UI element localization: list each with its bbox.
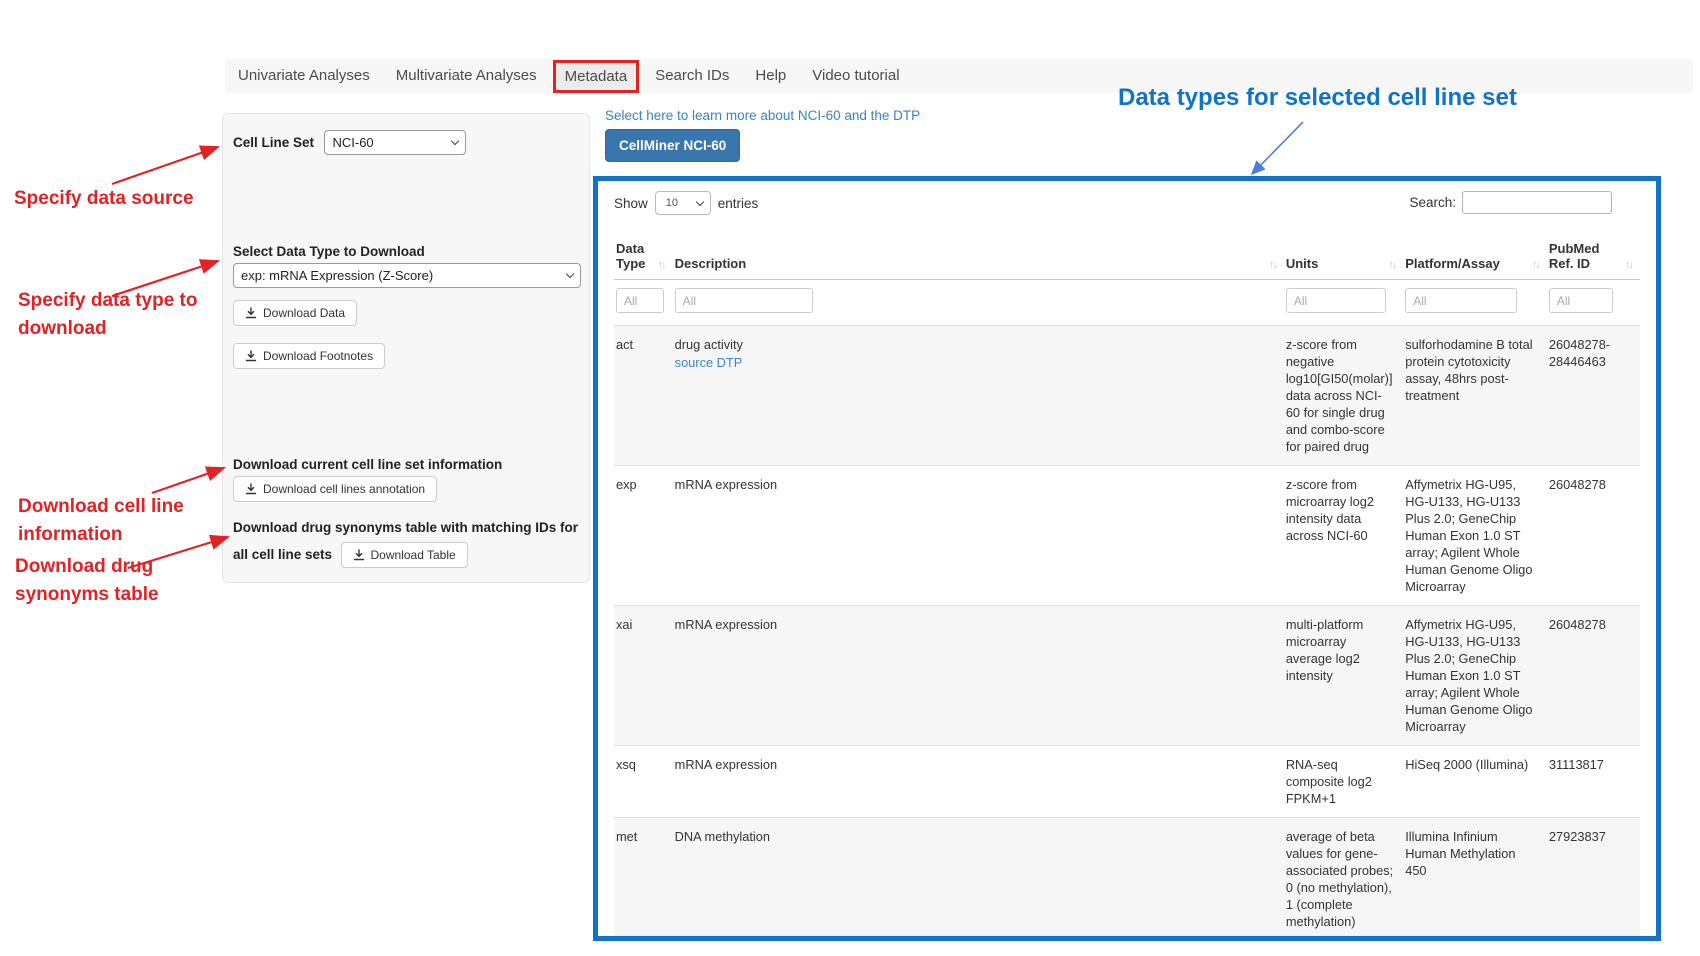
annotation-specify-data-type: Specify data type to download (18, 287, 230, 343)
cell-pubmed: 26048278-28446463 (1547, 326, 1640, 466)
show-label: Show (614, 196, 648, 211)
cell-platform: HiSeq 2000 (Illumina) (1403, 746, 1547, 818)
download-table-label: Download Table (371, 548, 456, 562)
nav-metadata[interactable]: Metadata (553, 60, 640, 93)
arrow-data-source (112, 147, 218, 184)
learn-more-link[interactable]: Select here to learn more about NCI-60 a… (605, 108, 920, 123)
filter-row (614, 280, 1640, 326)
search-label: Search: (1409, 195, 1456, 210)
nav-help[interactable]: Help (742, 59, 799, 93)
cell-pubmed: 31113817 (1547, 746, 1640, 818)
data-type-label: Select Data Type to Download (233, 244, 425, 259)
cell-pubmed: 26048278 (1547, 466, 1640, 606)
sort-icon[interactable]: ↑↓ (1269, 259, 1276, 271)
sort-icon[interactable]: ↑↓ (658, 259, 665, 271)
col-description: Description (675, 256, 747, 271)
cell-description: mRNA expression (673, 466, 1284, 606)
annotation-specify-data-source: Specify data source (14, 185, 234, 213)
cell-platform: Affymetrix HG-U95, HG-U133, HG-U133 Plus… (1403, 466, 1547, 606)
filter-description[interactable] (675, 288, 813, 313)
description-text: drug activity (675, 336, 1275, 353)
cell-description: mRNA expression (673, 606, 1284, 746)
cell-data-type: met (614, 818, 673, 941)
download-table-button[interactable]: Download Table (341, 542, 468, 568)
source-dtp-link[interactable]: source DTP (675, 354, 743, 371)
download-data-button[interactable]: Download Data (233, 300, 357, 326)
cell-data-type: xsq (614, 746, 673, 818)
table-controls: Show 10 entries Search: (614, 191, 1640, 223)
download-annotation-label: Download cell lines annotation (263, 482, 425, 496)
cell-platform: sulforhodamine B total protein cytotoxic… (1403, 326, 1547, 466)
sort-icon[interactable]: ↑↓ (1532, 259, 1539, 271)
nav-search-ids[interactable]: Search IDs (642, 59, 742, 93)
page-size-select[interactable]: 10 (655, 191, 711, 215)
table-row: act drug activity source DTP z-score fro… (614, 326, 1640, 466)
filter-data-type[interactable] (616, 288, 664, 313)
cell-platform: Illumina Infinium Human Methylation 450 (1403, 818, 1547, 941)
cell-description: DNA methylation (673, 818, 1284, 941)
search-input[interactable] (1462, 191, 1612, 214)
download-icon (245, 483, 257, 495)
filter-platform[interactable] (1405, 288, 1517, 313)
arrow-data-types (1252, 122, 1303, 174)
table-row: exp mRNA expression z-score from microar… (614, 466, 1640, 606)
col-data-type: Data Type (616, 241, 654, 271)
cell-units: z-score from microarray log2 intensity d… (1284, 466, 1403, 606)
data-types-table: Data Type ↑↓ Description ↑↓ Units ↑↓ Platfo… (614, 235, 1640, 940)
cell-description: mRNA expression (673, 746, 1284, 818)
cell-line-set-select[interactable]: NCI-60 (324, 130, 466, 155)
cell-pubmed: 27923837 (1547, 818, 1640, 941)
cell-pubmed: 26048278 (1547, 606, 1640, 746)
download-icon (245, 307, 257, 319)
filter-units[interactable] (1286, 288, 1386, 313)
cell-units: z-score from negative log10[GI50(molar)]… (1284, 326, 1403, 466)
table-row: xai mRNA expression multi-platform micro… (614, 606, 1640, 746)
download-data-label: Download Data (263, 306, 345, 320)
cell-line-set-label: Cell Line Set (233, 135, 314, 150)
cell-units: average of beta values for gene-associat… (1284, 818, 1403, 941)
cell-platform: Affymetrix HG-U95, HG-U133, HG-U133 Plus… (1403, 606, 1547, 746)
download-footnotes-button[interactable]: Download Footnotes (233, 343, 385, 369)
sidebar-panel: Cell Line Set NCI-60 Select Data Type to… (222, 113, 590, 583)
annotation-download-drug-synonyms: Download drug synonyms table (15, 553, 200, 609)
col-units: Units (1286, 256, 1319, 271)
filter-pubmed[interactable] (1549, 288, 1613, 313)
download-footnotes-label: Download Footnotes (263, 349, 373, 363)
nav-univariate-analyses[interactable]: Univariate Analyses (225, 59, 383, 93)
table-row: met DNA methylation average of beta valu… (614, 818, 1640, 941)
download-icon (353, 549, 365, 561)
arrow-cell-line-info (152, 468, 224, 493)
cell-units: multi-platform microarray average log2 i… (1284, 606, 1403, 746)
data-types-table-panel: Show 10 entries Search: Data Type ↑↓ Desc… (593, 176, 1661, 941)
sort-icon[interactable]: ↑↓ (1388, 259, 1395, 271)
cell-units: RNA-seq composite log2 FPKM+1 (1284, 746, 1403, 818)
table-row: xsq mRNA expression RNA-seq composite lo… (614, 746, 1640, 818)
download-icon (245, 350, 257, 362)
data-type-select[interactable]: exp: mRNA Expression (Z-Score) (233, 263, 581, 288)
cell-description: drug activity source DTP (673, 326, 1284, 466)
entries-label: entries (718, 196, 759, 211)
cell-data-type: exp (614, 466, 673, 606)
nav-video-tutorial[interactable]: Video tutorial (799, 59, 912, 93)
cellminer-nci60-button[interactable]: CellMiner NCI-60 (605, 129, 740, 162)
col-pubmed-ref-id: PubMed Ref. ID (1549, 241, 1621, 271)
cell-data-type: act (614, 326, 673, 466)
header-row: Data Type ↑↓ Description ↑↓ Units ↑↓ Platfo… (614, 235, 1640, 280)
cell-line-info-heading: Download current cell line set informati… (233, 457, 578, 472)
nav-multivariate-analyses[interactable]: Multivariate Analyses (383, 59, 550, 93)
col-platform-assay: Platform/Assay (1405, 256, 1500, 271)
annotation-download-cell-line-info: Download cell line information (18, 493, 218, 549)
cell-data-type: xai (614, 606, 673, 746)
download-cell-lines-annotation-button[interactable]: Download cell lines annotation (233, 476, 437, 502)
annotation-data-types-title: Data types for selected cell line set (1118, 84, 1517, 112)
sort-icon[interactable]: ↑↓ (1625, 259, 1632, 271)
